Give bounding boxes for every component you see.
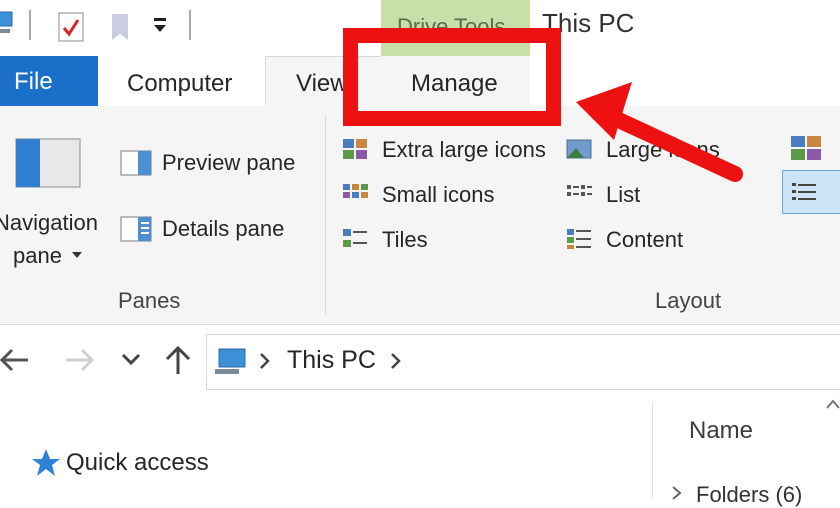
chevron-down-icon: [72, 252, 82, 258]
tab-view-label: View: [296, 70, 348, 97]
new-folder-icon[interactable]: [110, 12, 132, 42]
navigation-pane-button[interactable]: Navigation pane: [0, 130, 108, 275]
recent-locations-chevron-icon[interactable]: [120, 352, 142, 368]
tiles-icon: [343, 229, 367, 247]
address-bar[interactable]: This PC: [206, 334, 840, 390]
content-icon: [567, 229, 591, 249]
layout-group-label: Layout: [655, 288, 722, 313]
preview-pane-button[interactable]: Preview pane: [118, 146, 318, 180]
navigation-pane-icon: [15, 138, 81, 188]
small-icons-icon: [343, 184, 368, 198]
group-separator: [325, 115, 326, 315]
properties-icon[interactable]: [58, 12, 84, 42]
breadcrumb-this-pc[interactable]: This PC: [287, 346, 376, 375]
folders-group-header[interactable]: Folders (6): [696, 482, 802, 508]
details-pane-label: Details pane: [162, 216, 285, 241]
computer-icon[interactable]: [0, 10, 14, 38]
medium-icons-icon[interactable]: [790, 135, 840, 165]
toolbar-separator: [29, 10, 31, 40]
preview-pane-label: Preview pane: [162, 150, 296, 175]
layout-tiles[interactable]: Tiles: [342, 225, 482, 255]
expand-chevron-icon[interactable]: [670, 486, 684, 500]
layout-content[interactable]: Content: [566, 225, 716, 255]
quick-access-item[interactable]: Quick access: [66, 449, 209, 477]
this-pc-icon: [215, 348, 246, 374]
tab-file[interactable]: File: [0, 56, 98, 106]
details-pane-button[interactable]: Details pane: [118, 212, 318, 246]
tab-computer[interactable]: Computer: [127, 70, 232, 98]
preview-pane-icon: [120, 150, 152, 176]
toolbar-separator: [189, 10, 191, 40]
annotation-arrow-icon: [576, 82, 743, 182]
extra-large-icons-icon: [343, 139, 367, 159]
tiles-label: Tiles: [382, 227, 428, 252]
details-layout-button[interactable]: [782, 170, 840, 214]
navigation-pane-label: Navigation: [0, 210, 98, 235]
sort-up-chevron-icon: [826, 399, 840, 409]
details-icon: [792, 183, 816, 200]
customize-toolbar-dropdown-icon[interactable]: [152, 18, 168, 36]
breadcrumb-chevron-icon[interactable]: [390, 352, 402, 370]
panes-group-label: Panes: [118, 288, 181, 313]
tab-file-label: File: [14, 68, 53, 95]
details-pane-icon: [120, 216, 152, 242]
pane-divider: [652, 402, 653, 500]
layout-small-icons[interactable]: Small icons: [342, 180, 542, 210]
annotation-highlight-box: [343, 28, 561, 126]
breadcrumb-chevron-icon[interactable]: [259, 352, 271, 370]
forward-arrow-icon[interactable]: [64, 346, 94, 374]
layout-extra-large-icons[interactable]: Extra large icons: [342, 135, 557, 165]
small-icons-label: Small icons: [382, 182, 495, 207]
content-label: Content: [606, 227, 684, 252]
up-arrow-icon[interactable]: [163, 344, 193, 376]
extra-large-icons-label: Extra large icons: [382, 137, 546, 162]
name-column-header[interactable]: Name: [689, 417, 753, 445]
quick-access-star-icon: [32, 449, 60, 476]
back-arrow-icon[interactable]: [0, 346, 30, 374]
navigation-pane-label-2: pane: [13, 243, 62, 268]
